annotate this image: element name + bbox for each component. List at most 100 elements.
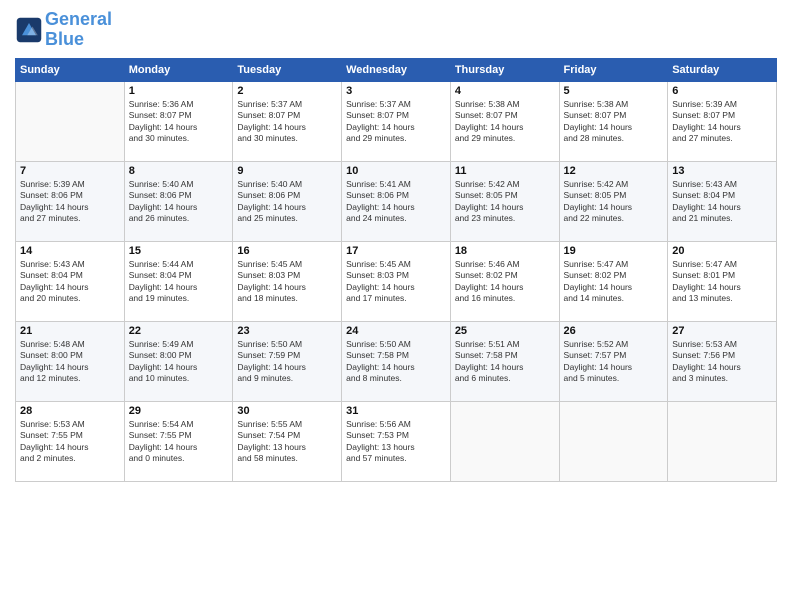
day-number: 18: [455, 245, 555, 257]
calendar-cell: 11Sunrise: 5:42 AM Sunset: 8:05 PM Dayli…: [450, 161, 559, 241]
day-number: 4: [455, 85, 555, 97]
day-info: Sunrise: 5:53 AM Sunset: 7:55 PM Dayligh…: [20, 419, 120, 465]
day-info: Sunrise: 5:47 AM Sunset: 8:02 PM Dayligh…: [564, 259, 664, 305]
calendar-week-2: 7 Sunrise: 5:39 AM Sunset: 8:06 PM Daylig…: [16, 161, 777, 241]
calendar-cell: 10 Sunrise: 5:41 AM Sunset: 8:06 PM Dayli…: [342, 161, 451, 241]
day-info: Sunrise: 5:38 AM Sunset: 8:07 PM Dayligh…: [455, 99, 555, 145]
logo-icon: [15, 16, 43, 44]
calendar-cell: 13 Sunrise: 5:43 AM Sunset: 8:04 PM Dayli…: [668, 161, 777, 241]
column-header-thursday: Thursday: [450, 58, 559, 81]
day-info: Sunrise: 5:40 AM Sunset: 8:06 PM Dayligh…: [237, 179, 337, 225]
column-header-friday: Friday: [559, 58, 668, 81]
day-info: Sunrise: 5:43 AM Sunset: 8:04 PM Dayligh…: [672, 179, 772, 225]
day-number: 16: [237, 245, 337, 257]
day-number: 13: [672, 165, 772, 177]
column-header-sunday: Sunday: [16, 58, 125, 81]
calendar-cell: 5 Sunrise: 5:38 AM Sunset: 8:07 PM Daylig…: [559, 81, 668, 161]
day-info: Sunrise: 5:47 AM Sunset: 8:01 PM Dayligh…: [672, 259, 772, 305]
calendar-cell: 30Sunrise: 5:55 AM Sunset: 7:54 PM Dayli…: [233, 401, 342, 481]
calendar-cell: 20 Sunrise: 5:47 AM Sunset: 8:01 PM Dayli…: [668, 241, 777, 321]
day-number: 9: [237, 165, 337, 177]
calendar-cell: 8 Sunrise: 5:40 AM Sunset: 8:06 PM Daylig…: [124, 161, 233, 241]
day-info: Sunrise: 5:56 AM Sunset: 7:53 PM Dayligh…: [346, 419, 446, 465]
calendar-cell: 15Sunrise: 5:44 AM Sunset: 8:04 PM Dayli…: [124, 241, 233, 321]
day-info: Sunrise: 5:45 AM Sunset: 8:03 PM Dayligh…: [237, 259, 337, 305]
calendar-week-4: 21 Sunrise: 5:48 AM Sunset: 8:00 PM Dayli…: [16, 321, 777, 401]
calendar-cell: 31 Sunrise: 5:56 AM Sunset: 7:53 PM Dayli…: [342, 401, 451, 481]
day-number: 20: [672, 245, 772, 257]
day-number: 14: [20, 245, 120, 257]
calendar-cell: [450, 401, 559, 481]
logo: GeneralBlue: [15, 10, 112, 50]
calendar-cell: [559, 401, 668, 481]
day-info: Sunrise: 5:50 AM Sunset: 7:59 PM Dayligh…: [237, 339, 337, 385]
day-number: 2: [237, 85, 337, 97]
calendar-cell: 4 Sunrise: 5:38 AM Sunset: 8:07 PM Daylig…: [450, 81, 559, 161]
calendar-cell: 25Sunrise: 5:51 AM Sunset: 7:58 PM Dayli…: [450, 321, 559, 401]
day-number: 22: [129, 325, 229, 337]
day-number: 31: [346, 405, 446, 417]
day-number: 28: [20, 405, 120, 417]
day-info: Sunrise: 5:36 AM Sunset: 8:07 PM Dayligh…: [129, 99, 229, 145]
day-info: Sunrise: 5:54 AM Sunset: 7:55 PM Dayligh…: [129, 419, 229, 465]
calendar-cell: 2 Sunrise: 5:37 AM Sunset: 8:07 PM Daylig…: [233, 81, 342, 161]
day-number: 5: [564, 85, 664, 97]
calendar-cell: 6Sunrise: 5:39 AM Sunset: 8:07 PM Daylig…: [668, 81, 777, 161]
day-number: 23: [237, 325, 337, 337]
calendar-cell: 24Sunrise: 5:50 AM Sunset: 7:58 PM Dayli…: [342, 321, 451, 401]
day-info: Sunrise: 5:46 AM Sunset: 8:02 PM Dayligh…: [455, 259, 555, 305]
day-info: Sunrise: 5:37 AM Sunset: 8:07 PM Dayligh…: [346, 99, 446, 145]
calendar-cell: 23 Sunrise: 5:50 AM Sunset: 7:59 PM Dayli…: [233, 321, 342, 401]
day-number: 29: [129, 405, 229, 417]
column-header-monday: Monday: [124, 58, 233, 81]
day-info: Sunrise: 5:53 AM Sunset: 7:56 PM Dayligh…: [672, 339, 772, 385]
day-number: 27: [672, 325, 772, 337]
logo-text: GeneralBlue: [45, 10, 112, 50]
calendar-week-3: 14 Sunrise: 5:43 AM Sunset: 8:04 PM Dayli…: [16, 241, 777, 321]
day-info: Sunrise: 5:42 AM Sunset: 8:05 PM Dayligh…: [455, 179, 555, 225]
calendar-header-row: SundayMondayTuesdayWednesdayThursdayFrid…: [16, 58, 777, 81]
calendar-cell: 29 Sunrise: 5:54 AM Sunset: 7:55 PM Dayli…: [124, 401, 233, 481]
day-info: Sunrise: 5:39 AM Sunset: 8:06 PM Dayligh…: [20, 179, 120, 225]
calendar-cell: 14 Sunrise: 5:43 AM Sunset: 8:04 PM Dayli…: [16, 241, 125, 321]
day-info: Sunrise: 5:42 AM Sunset: 8:05 PM Dayligh…: [564, 179, 664, 225]
day-number: 30: [237, 405, 337, 417]
calendar-cell: [668, 401, 777, 481]
day-info: Sunrise: 5:48 AM Sunset: 8:00 PM Dayligh…: [20, 339, 120, 385]
day-info: Sunrise: 5:49 AM Sunset: 8:00 PM Dayligh…: [129, 339, 229, 385]
calendar-cell: [16, 81, 125, 161]
day-number: 3: [346, 85, 446, 97]
day-number: 8: [129, 165, 229, 177]
calendar-cell: 26Sunrise: 5:52 AM Sunset: 7:57 PM Dayli…: [559, 321, 668, 401]
day-info: Sunrise: 5:45 AM Sunset: 8:03 PM Dayligh…: [346, 259, 446, 305]
day-info: Sunrise: 5:40 AM Sunset: 8:06 PM Dayligh…: [129, 179, 229, 225]
column-header-saturday: Saturday: [668, 58, 777, 81]
calendar-cell: 28 Sunrise: 5:53 AM Sunset: 7:55 PM Dayli…: [16, 401, 125, 481]
calendar-cell: 3 Sunrise: 5:37 AM Sunset: 8:07 PM Daylig…: [342, 81, 451, 161]
day-info: Sunrise: 5:41 AM Sunset: 8:06 PM Dayligh…: [346, 179, 446, 225]
column-header-wednesday: Wednesday: [342, 58, 451, 81]
day-number: 21: [20, 325, 120, 337]
calendar-cell: 1 Sunrise: 5:36 AM Sunset: 8:07 PM Daylig…: [124, 81, 233, 161]
day-number: 10: [346, 165, 446, 177]
calendar-table: SundayMondayTuesdayWednesdayThursdayFrid…: [15, 58, 777, 482]
calendar-cell: 9 Sunrise: 5:40 AM Sunset: 8:06 PM Daylig…: [233, 161, 342, 241]
day-info: Sunrise: 5:44 AM Sunset: 8:04 PM Dayligh…: [129, 259, 229, 305]
calendar-cell: 16 Sunrise: 5:45 AM Sunset: 8:03 PM Dayli…: [233, 241, 342, 321]
day-number: 25: [455, 325, 555, 337]
calendar-cell: 22 Sunrise: 5:49 AM Sunset: 8:00 PM Dayli…: [124, 321, 233, 401]
day-number: 1: [129, 85, 229, 97]
day-number: 7: [20, 165, 120, 177]
page-header: GeneralBlue: [15, 10, 777, 50]
calendar-cell: 7 Sunrise: 5:39 AM Sunset: 8:06 PM Daylig…: [16, 161, 125, 241]
calendar-cell: 19 Sunrise: 5:47 AM Sunset: 8:02 PM Dayli…: [559, 241, 668, 321]
day-number: 19: [564, 245, 664, 257]
day-info: Sunrise: 5:37 AM Sunset: 8:07 PM Dayligh…: [237, 99, 337, 145]
day-info: Sunrise: 5:43 AM Sunset: 8:04 PM Dayligh…: [20, 259, 120, 305]
day-info: Sunrise: 5:38 AM Sunset: 8:07 PM Dayligh…: [564, 99, 664, 145]
day-number: 26: [564, 325, 664, 337]
calendar-cell: 18 Sunrise: 5:46 AM Sunset: 8:02 PM Dayli…: [450, 241, 559, 321]
calendar-week-5: 28 Sunrise: 5:53 AM Sunset: 7:55 PM Dayli…: [16, 401, 777, 481]
day-info: Sunrise: 5:39 AM Sunset: 8:07 PM Dayligh…: [672, 99, 772, 145]
column-header-tuesday: Tuesday: [233, 58, 342, 81]
